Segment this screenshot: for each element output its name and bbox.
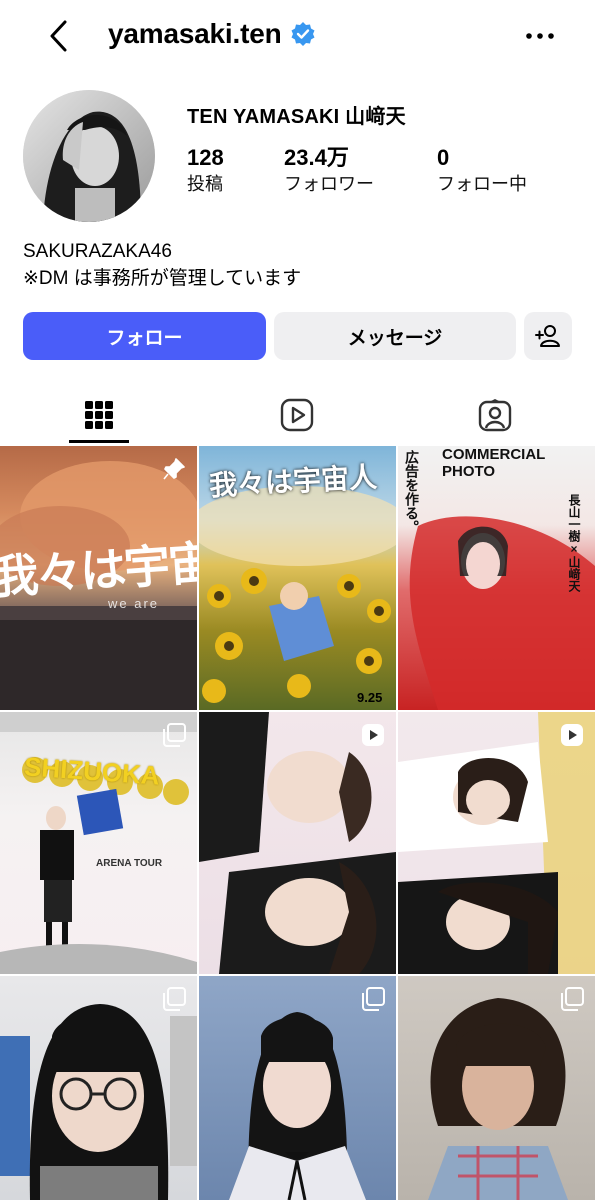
post-thumbnail[interactable] bbox=[199, 976, 396, 1200]
bio-line: SAKURAZAKA46 bbox=[23, 241, 172, 262]
active-tab-indicator bbox=[69, 440, 129, 443]
post-thumbnail[interactable] bbox=[199, 712, 396, 974]
carousel-icon bbox=[161, 986, 187, 1012]
follow-button[interactable]: フォロー bbox=[23, 312, 266, 360]
tab-grid[interactable] bbox=[0, 386, 198, 444]
verified-badge-icon bbox=[290, 21, 316, 47]
username: yamasaki.ten bbox=[108, 18, 282, 49]
carousel-icon bbox=[559, 986, 585, 1012]
profile-tabs bbox=[0, 386, 596, 444]
profile-avatar[interactable] bbox=[23, 90, 155, 222]
post-thumbnail[interactable]: SHIZUOKA ARENA TOUR bbox=[0, 712, 197, 974]
carousel-icon bbox=[161, 722, 187, 748]
top-bar: yamasaki.ten bbox=[0, 0, 596, 76]
more-options-button[interactable] bbox=[520, 20, 560, 52]
post-caption-text: 長山一樹×山﨑天 bbox=[567, 494, 581, 592]
following-count: 0 bbox=[437, 145, 450, 170]
tagged-icon bbox=[478, 399, 512, 432]
profile-actions: フォロー メッセージ bbox=[23, 312, 573, 360]
display-name: TEN YAMASAKI 山﨑天 bbox=[187, 106, 406, 128]
posts-label: 投稿 bbox=[187, 174, 223, 194]
bio-line: ※DM は事務所が管理しています bbox=[23, 268, 302, 289]
post-image bbox=[398, 712, 595, 974]
grid-icon bbox=[85, 401, 113, 429]
post-thumbnail[interactable]: COMMERCIAL PHOTO 広告を作る。 長山一樹×山﨑天 bbox=[398, 446, 595, 710]
followers-stat[interactable]: 23.4万 フォロワー bbox=[284, 144, 374, 196]
more-horizontal-icon bbox=[526, 33, 554, 39]
tab-tagged[interactable] bbox=[396, 386, 594, 444]
posts-stat[interactable]: 128 投稿 bbox=[187, 144, 224, 196]
reels-icon bbox=[280, 398, 314, 432]
tab-reels[interactable] bbox=[198, 386, 396, 444]
posts-grid: 我々は宇宙 we are 我々は宇宙人 9.25 COMMERCIAL PHOT… bbox=[0, 446, 596, 1200]
following-stat[interactable]: 0 フォロー中 bbox=[437, 144, 527, 196]
back-button[interactable] bbox=[38, 16, 78, 56]
followers-count: 23.4万 bbox=[284, 145, 349, 170]
username-header: yamasaki.ten bbox=[108, 18, 316, 50]
posts-count: 128 bbox=[187, 145, 224, 170]
post-subtitle-text: 広告を作る。 bbox=[404, 450, 420, 534]
post-thumbnail[interactable] bbox=[398, 712, 595, 974]
post-thumbnail[interactable]: 我々は宇宙 we are bbox=[0, 446, 197, 710]
post-image bbox=[199, 712, 396, 974]
carousel-icon bbox=[360, 986, 386, 1012]
reel-icon bbox=[360, 722, 386, 748]
post-title-text: 我々は宇宙 bbox=[0, 536, 197, 604]
suggested-accounts-button[interactable] bbox=[524, 312, 572, 360]
post-thumbnail[interactable] bbox=[398, 976, 595, 1200]
followers-label: フォロワー bbox=[284, 174, 374, 194]
pin-icon bbox=[161, 456, 187, 482]
bio: SAKURAZAKA46 ※DM は事務所が管理しています bbox=[23, 238, 301, 292]
post-subtitle-text: we are bbox=[108, 596, 160, 611]
post-thumbnail[interactable] bbox=[0, 976, 197, 1200]
post-date-text: 9.25 bbox=[357, 690, 383, 705]
reel-icon bbox=[559, 722, 585, 748]
post-subtitle-text: ARENA TOUR bbox=[96, 858, 163, 869]
chevron-left-icon bbox=[50, 20, 67, 52]
post-title-text: COMMERCIAL PHOTO bbox=[442, 446, 546, 480]
following-label: フォロー中 bbox=[437, 174, 527, 194]
post-thumbnail[interactable]: 我々は宇宙人 9.25 bbox=[199, 446, 396, 710]
message-button[interactable]: メッセージ bbox=[274, 312, 516, 360]
add-person-icon bbox=[535, 325, 560, 347]
